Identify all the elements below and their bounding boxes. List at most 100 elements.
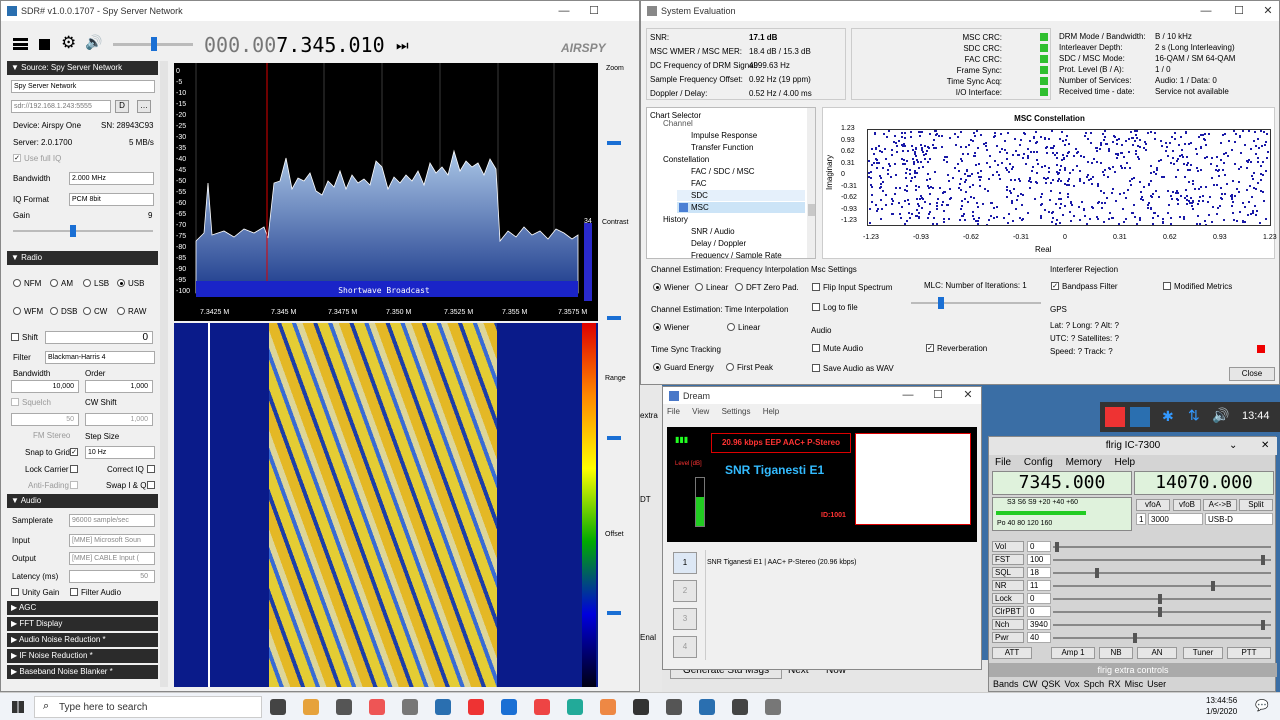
flrig-control-slider[interactable] — [1053, 620, 1271, 630]
freq-dft-radio[interactable] — [735, 283, 743, 291]
shift-input[interactable]: 0 — [45, 331, 153, 344]
flrig-control-slider[interactable] — [1053, 607, 1271, 617]
close-button[interactable]: Close — [1229, 367, 1275, 381]
taskbar-app-icon[interactable] — [270, 699, 286, 715]
audio-input-select[interactable]: [MME] Microsoft Soun — [69, 534, 155, 547]
contrast-slider[interactable] — [607, 316, 621, 320]
filter-audio-checkbox[interactable] — [70, 588, 78, 596]
mlc-slider[interactable] — [911, 297, 1041, 309]
flrig-menu-memory[interactable]: Memory — [1066, 457, 1102, 468]
dream-close-button[interactable]: ✕ — [953, 387, 983, 404]
taskbar-app-icon[interactable] — [336, 699, 352, 715]
shift-checkbox[interactable] — [11, 333, 19, 341]
vfoa-button[interactable]: vfoA — [1136, 499, 1170, 511]
frequency-display[interactable]: 000.007.345.010 — [204, 33, 385, 57]
audio-nr-section[interactable]: ▶ Audio Noise Reduction * — [7, 633, 158, 647]
tree-scrollbar[interactable] — [807, 108, 815, 258]
log-file-checkbox[interactable] — [812, 303, 820, 311]
minimize-button[interactable]: — — [549, 1, 579, 21]
vnc-icon[interactable] — [1130, 407, 1150, 427]
range-slider[interactable] — [607, 436, 621, 440]
an-button[interactable]: AN — [1137, 647, 1177, 659]
snap-checkbox[interactable]: ✓ — [70, 448, 78, 456]
order-input[interactable]: 1,000 — [85, 380, 153, 393]
service-2-button[interactable]: 2 — [673, 580, 697, 602]
eval-maximize-button[interactable]: ☐ — [1224, 1, 1254, 21]
iq-format-select[interactable]: PCM 8bit — [69, 193, 154, 206]
time-linear-radio[interactable] — [727, 323, 735, 331]
unity-gain-checkbox[interactable] — [11, 588, 19, 596]
tree-fac[interactable]: FAC — [691, 179, 707, 188]
dream-menu-help[interactable]: Help — [763, 407, 779, 416]
taskbar-search[interactable]: ⌕ Type here to search — [34, 696, 262, 718]
vfo-b-display[interactable]: 14070.000 — [1134, 471, 1274, 495]
mode-num[interactable]: 1 — [1136, 513, 1146, 525]
flrig-control-slider[interactable] — [1053, 542, 1271, 552]
flrig-menu-config[interactable]: Config — [1024, 457, 1053, 468]
source-section-header[interactable]: ▼ Source: Spy Server Network — [7, 61, 158, 75]
tree-delay-doppler[interactable]: Delay / Doppler — [691, 239, 746, 248]
gear-icon[interactable]: ⚙ — [61, 33, 76, 53]
dream-menu-file[interactable]: File — [667, 407, 680, 416]
volume-slider[interactable] — [113, 37, 193, 51]
spectrum-panel[interactable]: 0 -5 -10 -15 -20 -25 -30 -35 -40 -45 -50 -55 -60 -65 -… — [174, 63, 598, 321]
wfm-radio[interactable] — [13, 307, 21, 315]
agc-section[interactable]: ▶ AGC — [7, 601, 158, 615]
stop-icon[interactable] — [39, 39, 50, 50]
split-button[interactable]: Split — [1239, 499, 1273, 511]
use-full-iq-checkbox[interactable]: ✓ — [13, 154, 21, 162]
taskbar-app-icon[interactable] — [633, 699, 649, 715]
flrig-tab[interactable]: Bands — [993, 679, 1019, 693]
taskbar-app-icon[interactable] — [732, 699, 748, 715]
menu-icon[interactable] — [13, 38, 28, 50]
bandwidth-select-flrig[interactable]: 3000 — [1148, 513, 1203, 525]
eval-minimize-button[interactable]: — — [1191, 1, 1221, 21]
skip-icon[interactable]: ⏭ — [396, 37, 409, 54]
squelch-input[interactable]: 50 — [11, 413, 79, 426]
tree-constellation[interactable]: Constellation — [663, 155, 709, 164]
flrig-control-label[interactable]: SQL — [992, 567, 1024, 578]
taskbar-app-icon[interactable] — [666, 699, 682, 715]
filter-bandwidth-input[interactable]: 10,000 — [11, 380, 79, 393]
tree-snr-audio[interactable]: SNR / Audio — [691, 227, 735, 236]
first-peak-radio[interactable] — [726, 363, 734, 371]
network-icon[interactable]: ⇅ — [1188, 407, 1200, 424]
nfm-radio[interactable] — [13, 279, 21, 287]
amp-button[interactable]: Amp 1 — [1051, 647, 1095, 659]
service-3-button[interactable]: 3 — [673, 608, 697, 630]
baseband-nb-section[interactable]: ▶ Baseband Noise Blanker * — [7, 665, 158, 679]
flrig-control-slider[interactable] — [1053, 594, 1271, 604]
tree-impulse-response[interactable]: Impulse Response — [691, 131, 757, 140]
flip-spectrum-checkbox[interactable] — [812, 283, 820, 291]
vfob-button[interactable]: vfoB — [1173, 499, 1201, 511]
flrig-tab[interactable]: RX — [1108, 679, 1121, 693]
flrig-menu-help[interactable]: Help — [1115, 457, 1136, 468]
flrig-control-slider[interactable] — [1053, 568, 1271, 578]
flrig-control-slider[interactable] — [1053, 581, 1271, 591]
bluetooth-icon[interactable]: ✱ — [1162, 408, 1174, 425]
squelch-checkbox[interactable] — [11, 398, 19, 406]
flrig-control-label[interactable]: Nch — [992, 619, 1024, 630]
taskbar-app-icon[interactable] — [600, 699, 616, 715]
service-4-button[interactable]: 4 — [673, 636, 697, 658]
mode-select[interactable]: USB-D — [1205, 513, 1273, 525]
swap-iq-checkbox[interactable] — [147, 481, 155, 489]
if-nr-section[interactable]: ▶ IF Noise Reduction * — [7, 649, 158, 663]
anti-fading-checkbox[interactable] — [70, 481, 78, 489]
nb-button[interactable]: NB — [1099, 647, 1133, 659]
taskbar-app-icon[interactable] — [435, 699, 451, 715]
freq-linear-radio[interactable] — [695, 283, 703, 291]
raw-radio[interactable] — [117, 307, 125, 315]
tree-fac-sdc-msc[interactable]: FAC / SDC / MSC — [691, 167, 755, 176]
flrig-tab[interactable]: Misc — [1125, 679, 1144, 693]
taskbar-app-icon[interactable] — [468, 699, 484, 715]
dream-minimize-button[interactable]: — — [893, 387, 923, 404]
swap-vfo-button[interactable]: A<->B — [1203, 499, 1237, 511]
maximize-button[interactable]: ☐ — [579, 1, 609, 21]
windows-start-icon[interactable] — [12, 701, 24, 713]
flrig-control-label[interactable]: Pwr — [992, 632, 1024, 643]
lsb-radio[interactable] — [83, 279, 91, 287]
audio-output-select[interactable]: [MME] CABLE Input ( — [69, 552, 155, 565]
zoom-slider[interactable] — [607, 141, 621, 145]
flrig-close-icon[interactable]: ✕ — [1261, 437, 1269, 455]
